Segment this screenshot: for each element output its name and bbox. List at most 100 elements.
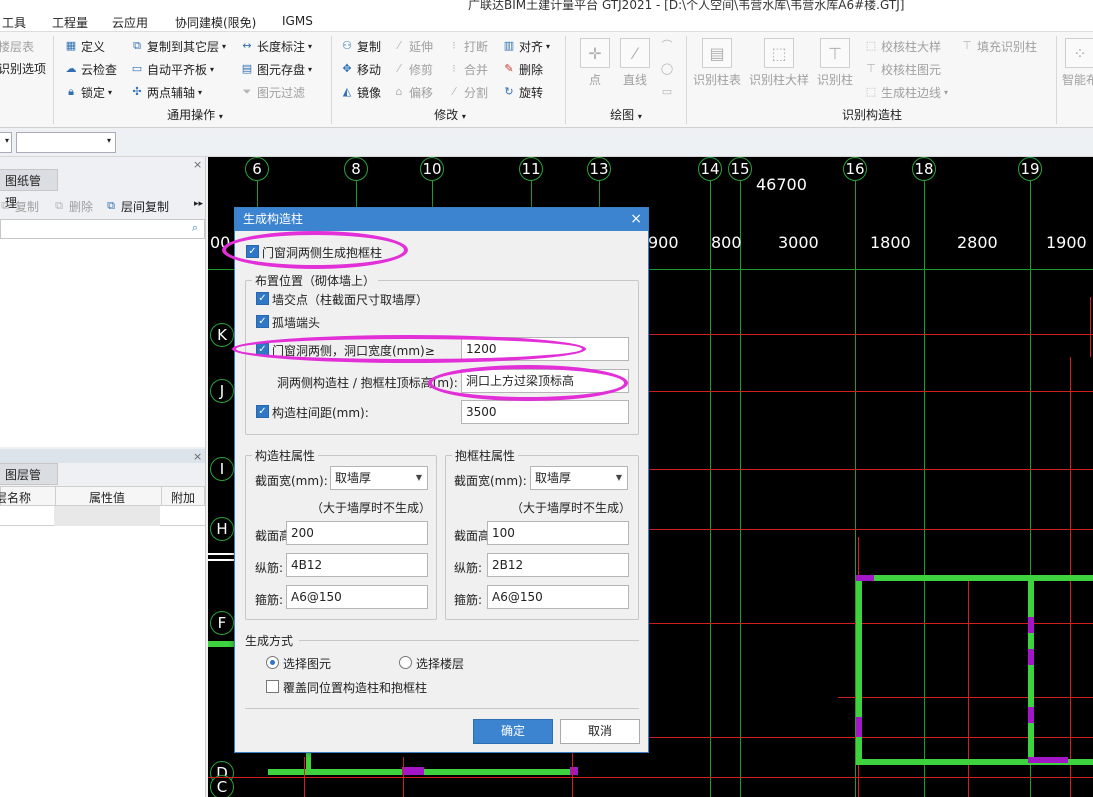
frame-stirrup-input[interactable]: A6@150 xyxy=(487,585,629,609)
frame-width-select[interactable]: 取墙厚 ▼ xyxy=(530,466,628,490)
drawing-copy-button[interactable]: ⧉ 复制 xyxy=(0,196,39,216)
col-width-label: 截面宽(mm): xyxy=(255,474,328,488)
two-point-axis-button[interactable]: ✣ 两点辅轴 ▾ xyxy=(130,82,202,102)
axis-bubble: I xyxy=(210,457,234,481)
element-filter-button[interactable]: ⏷ 图元过滤 xyxy=(240,82,305,102)
axis-bubble: 10 xyxy=(420,157,444,181)
trim-button[interactable]: ⁄ 修剪 xyxy=(392,59,433,79)
select-elements-radio[interactable] xyxy=(266,656,279,669)
spacing-input[interactable]: 3500 xyxy=(461,400,629,424)
menu-tools[interactable]: 工具 xyxy=(2,14,26,31)
search-icon: ⌕ xyxy=(191,221,198,234)
fill-recognize-col-button[interactable]: ⊤ 填充识别柱 xyxy=(960,36,1037,56)
split-icon: ⁄ xyxy=(453,85,455,98)
delete-button[interactable]: ✎ 删除 xyxy=(502,59,543,79)
select-floors-radio[interactable] xyxy=(399,656,412,669)
cloud-check-button[interactable]: ☁ 云检查 xyxy=(64,59,118,79)
layer-list[interactable] xyxy=(0,526,205,797)
menu-bar: 工具 工程量 云应用 协同建模(限免) IGMS xyxy=(0,12,1093,32)
axis-bubble: 19 xyxy=(1018,157,1042,181)
isolated-wall-checkbox[interactable]: ✓ xyxy=(256,315,269,328)
col-long-bar-input[interactable]: 4B12 xyxy=(286,553,428,577)
highlight-ellipse xyxy=(222,231,408,269)
length-dim-button[interactable]: ↔ 长度标注 ▾ xyxy=(240,36,312,56)
frame-height-input[interactable]: 100 xyxy=(487,521,629,545)
extend-button[interactable]: ⁄ 延伸 xyxy=(392,36,433,56)
align-button[interactable]: ▥ 对齐 ▾ xyxy=(502,36,550,56)
drawing-delete-button[interactable]: ⧉ 删除 xyxy=(52,196,93,216)
menu-collab[interactable]: 协同建模(限免) xyxy=(175,14,256,31)
recognize-col-button[interactable]: ⊤ 识别柱 xyxy=(817,38,853,88)
circle-icon[interactable]: ◯ xyxy=(660,59,674,79)
table-row[interactable] xyxy=(0,506,205,526)
component-select[interactable]: ▾ xyxy=(16,132,116,153)
dimension-text: 800 xyxy=(711,233,742,252)
line-button[interactable]: ⁄ 直线 xyxy=(620,38,650,88)
overwrite-label: 覆盖同位置构造柱和抱框柱 xyxy=(283,681,428,695)
break-button[interactable]: ⁝ 打断 xyxy=(447,36,488,56)
table-icon: ▤ xyxy=(702,38,732,68)
move-button[interactable]: ✥ 移动 xyxy=(340,59,381,79)
floor-copy-button[interactable]: ⧉ 层间复制 xyxy=(104,196,169,216)
detail-icon: ⬚ xyxy=(764,38,794,68)
menu-cloud[interactable]: 云应用 xyxy=(112,14,148,31)
col-width-note: （大于墙厚时不生成） xyxy=(311,501,432,515)
copy-to-floor-button[interactable]: ⧉ 复制到其它层 ▾ xyxy=(130,36,226,56)
col-height-input[interactable]: 200 xyxy=(286,521,428,545)
cloud-icon: ☁ xyxy=(65,62,77,75)
floor-select[interactable]: ▾ xyxy=(0,132,12,153)
check-col-element-button[interactable]: ⊤ 校核柱图元 xyxy=(864,59,941,79)
define-button[interactable]: ▦ 定义 xyxy=(64,36,105,56)
save-icon: ▤ xyxy=(241,62,253,75)
overwrite-checkbox[interactable] xyxy=(266,680,279,693)
axis-bubble: F xyxy=(210,611,234,635)
check-col-detail-button[interactable]: ⬚ 校核柱大样 xyxy=(864,36,941,56)
floor-table-button[interactable]: 楼层表 xyxy=(0,36,34,56)
mirror-button[interactable]: ◭ 镜像 xyxy=(340,82,381,102)
lock-button[interactable]: 🔒︎ 锁定 ▾ xyxy=(64,82,112,102)
recognize-col-table-button[interactable]: ▤ 识别柱表 xyxy=(693,38,741,88)
dimension-text: 3000 xyxy=(778,233,819,252)
break-icon: ⁝ xyxy=(452,39,456,52)
offset-button[interactable]: ⌂ 偏移 xyxy=(392,82,434,102)
wall-cross-checkbox[interactable]: ✓ xyxy=(256,292,269,305)
arc-icon[interactable]: ⌒ xyxy=(660,36,674,56)
frame-stirrup-label: 箍筋: xyxy=(454,593,483,607)
cancel-button[interactable]: 取消 xyxy=(560,719,640,744)
close-icon[interactable]: × xyxy=(193,158,202,171)
rotate-button[interactable]: ↻ 旋转 xyxy=(502,82,543,102)
dimension-text: 900 xyxy=(648,233,679,252)
ok-button[interactable]: 确定 xyxy=(473,719,553,744)
axis-bubble: 14 xyxy=(698,157,722,181)
dialog-close-button[interactable]: × xyxy=(630,208,642,231)
close-icon[interactable]: × xyxy=(193,450,202,463)
rotate-icon: ↻ xyxy=(504,85,514,98)
smart-layout-button[interactable]: ⁘ 智能布 xyxy=(1062,38,1093,88)
frame-width-label: 截面宽(mm): xyxy=(454,474,527,488)
recognize-col-detail-button[interactable]: ⬚ 识别柱大样 xyxy=(749,38,809,88)
select-floors-label: 选择楼层 xyxy=(416,657,465,671)
tab-drawing-mgmt[interactable]: 图纸管理 xyxy=(0,169,58,210)
split-button[interactable]: ⁄ 分割 xyxy=(447,82,488,102)
frame-long-bar-input[interactable]: 2B12 xyxy=(487,553,629,577)
col-width-select[interactable]: 取墙厚 ▼ xyxy=(330,466,428,490)
frame-props-title: 抱框柱属性 xyxy=(452,447,519,464)
drawing-search-input[interactable]: ⌕ xyxy=(0,219,205,239)
copy-button[interactable]: ⚇ 复制 xyxy=(340,36,381,56)
col-stirrup-input[interactable]: A6@150 xyxy=(286,585,428,609)
drawing-list[interactable] xyxy=(0,239,205,447)
rect-icon[interactable]: ▭ xyxy=(660,82,674,102)
spacing-checkbox[interactable]: ✓ xyxy=(256,405,269,418)
menu-igms[interactable]: IGMS xyxy=(282,14,313,28)
gen-col-edge-button[interactable]: ⬚ 生成柱边线 ▾ xyxy=(864,82,948,102)
recognize-options-button[interactable]: 识别选项 xyxy=(0,58,46,78)
point-button[interactable]: ✛ 点 xyxy=(580,38,610,88)
menu-quantity[interactable]: 工程量 xyxy=(52,14,88,31)
group-draw-label: 绘图 ▾ xyxy=(610,108,642,122)
auto-align-slab-button[interactable]: ▭ 自动平齐板 ▾ xyxy=(130,59,214,79)
more-icon[interactable]: ▸▸ xyxy=(194,199,203,209)
merge-icon: ⁝ xyxy=(452,62,456,75)
merge-button[interactable]: ⁝ 合并 xyxy=(447,59,488,79)
tab-layer-mgmt[interactable]: 图层管理 xyxy=(0,463,58,504)
save-element-button[interactable]: ▤ 图元存盘 ▾ xyxy=(240,59,312,79)
